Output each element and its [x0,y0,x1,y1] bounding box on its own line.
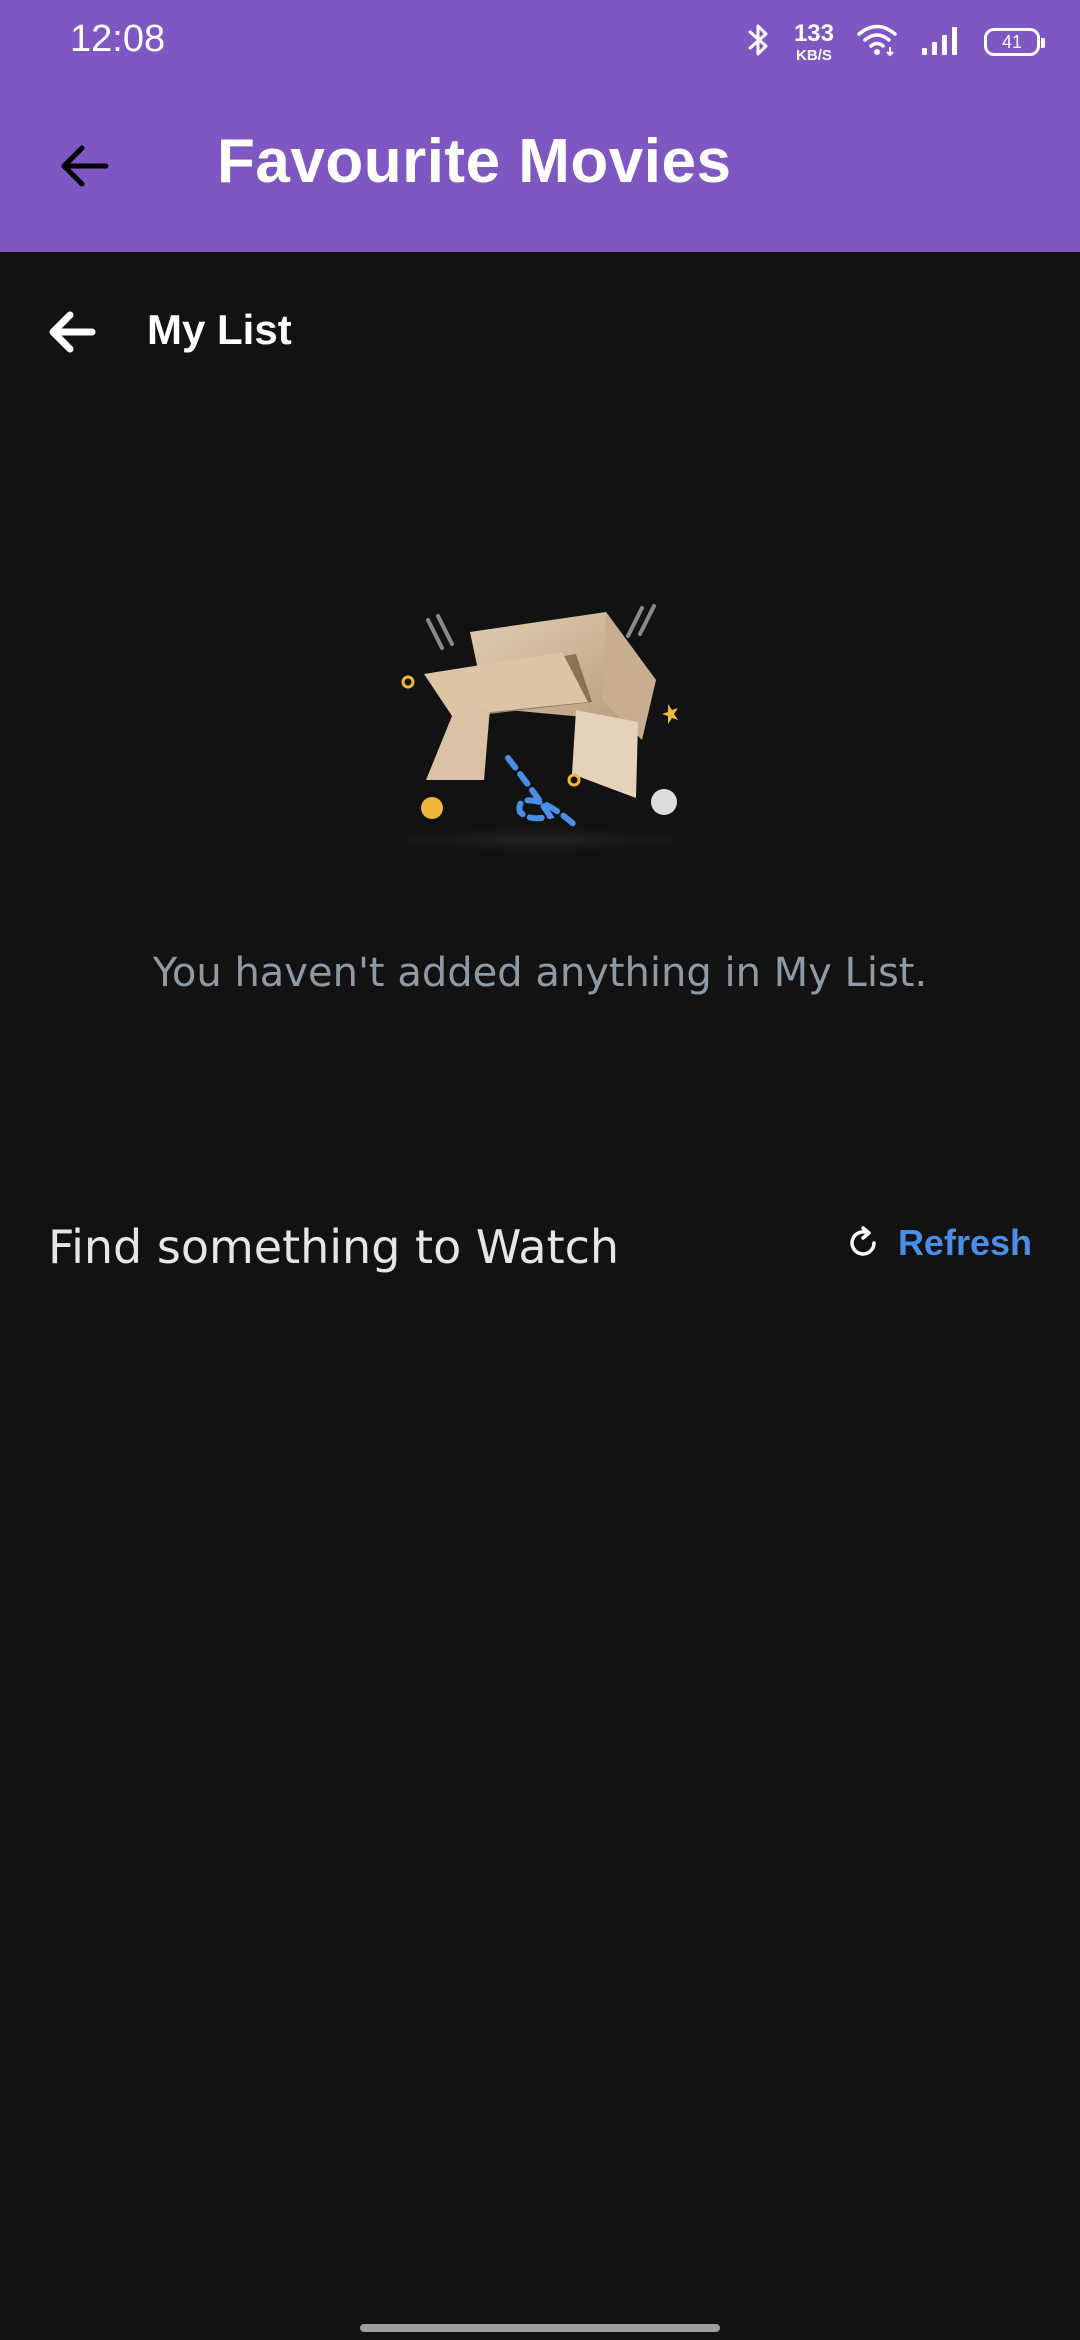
battery-level: 41 [1001,31,1023,52]
arrow-left-icon [56,142,112,194]
wifi-icon [856,23,898,61]
home-indicator[interactable] [360,2324,720,2332]
battery-icon: 41 [984,28,1045,56]
speed-unit: KB/S [796,46,832,64]
status-icons: 133 KB/S 41 [746,14,1045,70]
refresh-button[interactable]: Refresh [846,1222,1032,1264]
refresh-label: Refresh [897,1222,1032,1263]
app-bar: Favourite Movies [0,84,1080,252]
signal-icon [920,24,962,60]
network-speed: 133 KB/S [793,19,834,64]
status-bar: 12:08 133 KB/S 41 [0,0,1080,84]
speed-value: 133 [793,19,834,47]
list-header: My List [0,252,1080,412]
empty-message: You haven't added anything in My List. [152,950,928,996]
find-section-title: Find something to Watch [48,1220,620,1274]
list-title: My List [147,306,292,353]
app-title: Favourite Movies [217,127,732,196]
list-back-button[interactable] [40,302,104,366]
status-time: 12:08 [70,18,166,60]
refresh-icon [846,1225,882,1261]
screen: 12:08 133 KB/S 41 Favourite Movies My Li… [0,0,1080,2340]
app-back-button[interactable] [50,134,118,202]
arrow-left-icon [46,308,98,360]
bluetooth-icon [746,22,772,62]
empty-box-illustration [380,590,700,870]
